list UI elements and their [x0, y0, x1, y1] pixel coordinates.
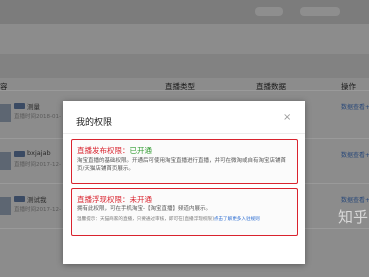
- live-permission-card: 直播发布权限：已开通 淘宝直播的基础权限。开通后可使用淘宝直播进行直播，并可在微…: [71, 139, 298, 184]
- live-permission-status: 已开通: [129, 146, 153, 155]
- close-icon[interactable]: ×: [283, 112, 291, 123]
- live-time: 直播时间2017-12-: [14, 162, 61, 168]
- top-bar: [0, 0, 369, 24]
- data-view-link[interactable]: 数据查看+: [341, 150, 369, 159]
- rules-link[interactable]: 点击了解更多入驻规则: [214, 217, 260, 222]
- live-permission-label: 直播发布权限：: [77, 146, 130, 155]
- float-permission-description: 拥有此权限，可在手机淘宝-【淘宝直播】频道内展示。: [77, 206, 211, 212]
- live-thumbnail[interactable]: [0, 152, 11, 170]
- float-permission-label: 直播浮现权限：: [77, 195, 130, 204]
- float-permission-card: 直播浮现权限：未开通 拥有此权限，可在手机淘宝-【淘宝直播】频道内展示。 温馨提…: [71, 188, 298, 236]
- float-permission-status: 未开通: [129, 195, 153, 204]
- live-title[interactable]: 测量: [27, 101, 40, 111]
- live-title[interactable]: bxjajab: [27, 149, 51, 157]
- modal-title: 我的权限: [76, 118, 113, 128]
- live-thumbnail[interactable]: [0, 104, 11, 122]
- zhihu-watermark: 知乎: [338, 208, 369, 226]
- tip-text: 温馨提示：天猫商家的直播，只要通过审核，即可在[直播浮现权限]: [77, 217, 214, 222]
- live-thumbnail[interactable]: [0, 197, 11, 215]
- modal-divider: [63, 133, 305, 134]
- live-time: 直播时间2017-12-: [14, 207, 61, 213]
- live-permission-heading: 直播发布权限：已开通: [77, 145, 152, 156]
- permissions-modal: 我的权限 × 直播发布权限：已开通 淘宝直播的基础权限。开通后可使用淘宝直播进行…: [63, 101, 305, 264]
- float-permission-tip: 温馨提示：天猫商家的直播，只要通过审核，即可在[直播浮现权限]点击了解更多入驻规…: [77, 217, 291, 224]
- top-nav-pill[interactable]: [255, 7, 283, 16]
- float-permission-heading: 直播浮现权限：未开通: [77, 194, 152, 205]
- table-header: [0, 54, 369, 78]
- live-permission-description: 淘宝直播的基础权限。开通后可使用淘宝直播进行直播，并可在微淘或自有淘宝店铺首页/…: [77, 158, 287, 172]
- data-view-link[interactable]: 数据查看+: [341, 195, 369, 204]
- row-divider: [0, 90, 369, 91]
- live-tag-badge: [14, 151, 25, 157]
- live-title[interactable]: 测试我: [27, 194, 47, 204]
- data-view-link[interactable]: 数据查看+: [341, 102, 369, 111]
- live-tag-badge: [14, 196, 25, 202]
- live-tag-badge: [14, 103, 25, 109]
- top-nav-pill[interactable]: [300, 7, 340, 16]
- live-time: 直播时间2018-01-: [14, 114, 61, 120]
